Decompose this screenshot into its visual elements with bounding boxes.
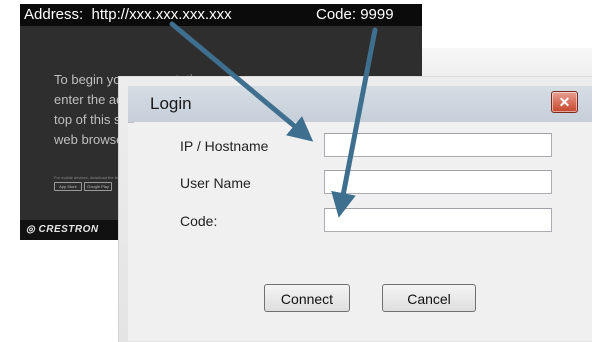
address-value: http://xxx.xxx.xxx.xxx (91, 6, 232, 23)
app-store-badge: App Store (54, 182, 82, 191)
code-label: Code: (316, 6, 357, 23)
dialog-title-bar: Login ✕ (128, 86, 592, 123)
username-input[interactable] (324, 170, 552, 194)
cancel-button[interactable]: Cancel (382, 284, 476, 312)
login-dialog: Login ✕ IP / Hostname User Name Code: Co… (128, 86, 592, 341)
dialog-body: IP / Hostname User Name Code: Connect Ca… (134, 122, 592, 341)
code-label-field: Code: (180, 213, 218, 229)
logo-mark-icon: ◎ (26, 224, 36, 235)
host-label: IP / Hostname (180, 138, 269, 154)
dialog-title: Login (150, 94, 192, 113)
google-play-badge: Google Play (84, 182, 112, 191)
host-input[interactable] (324, 133, 552, 157)
window-shadow-top (422, 48, 592, 78)
username-label: User Name (180, 175, 251, 191)
code-display: Code: 9999 (316, 6, 394, 23)
brand-name: CRESTRON (38, 224, 99, 235)
screen-top-bar: Address: http://xxx.xxx.xxx.xxx Code: 99… (20, 4, 422, 26)
close-icon: ✕ (558, 94, 571, 110)
address-label: Address: (24, 6, 84, 23)
code-value: 9999 (360, 6, 394, 23)
crestron-logo: ◎ CRESTRON (26, 224, 99, 235)
close-button[interactable]: ✕ (551, 91, 578, 113)
address-display: Address: http://xxx.xxx.xxx.xxx (24, 6, 232, 23)
connect-button[interactable]: Connect (264, 284, 350, 312)
code-input[interactable] (324, 208, 552, 232)
